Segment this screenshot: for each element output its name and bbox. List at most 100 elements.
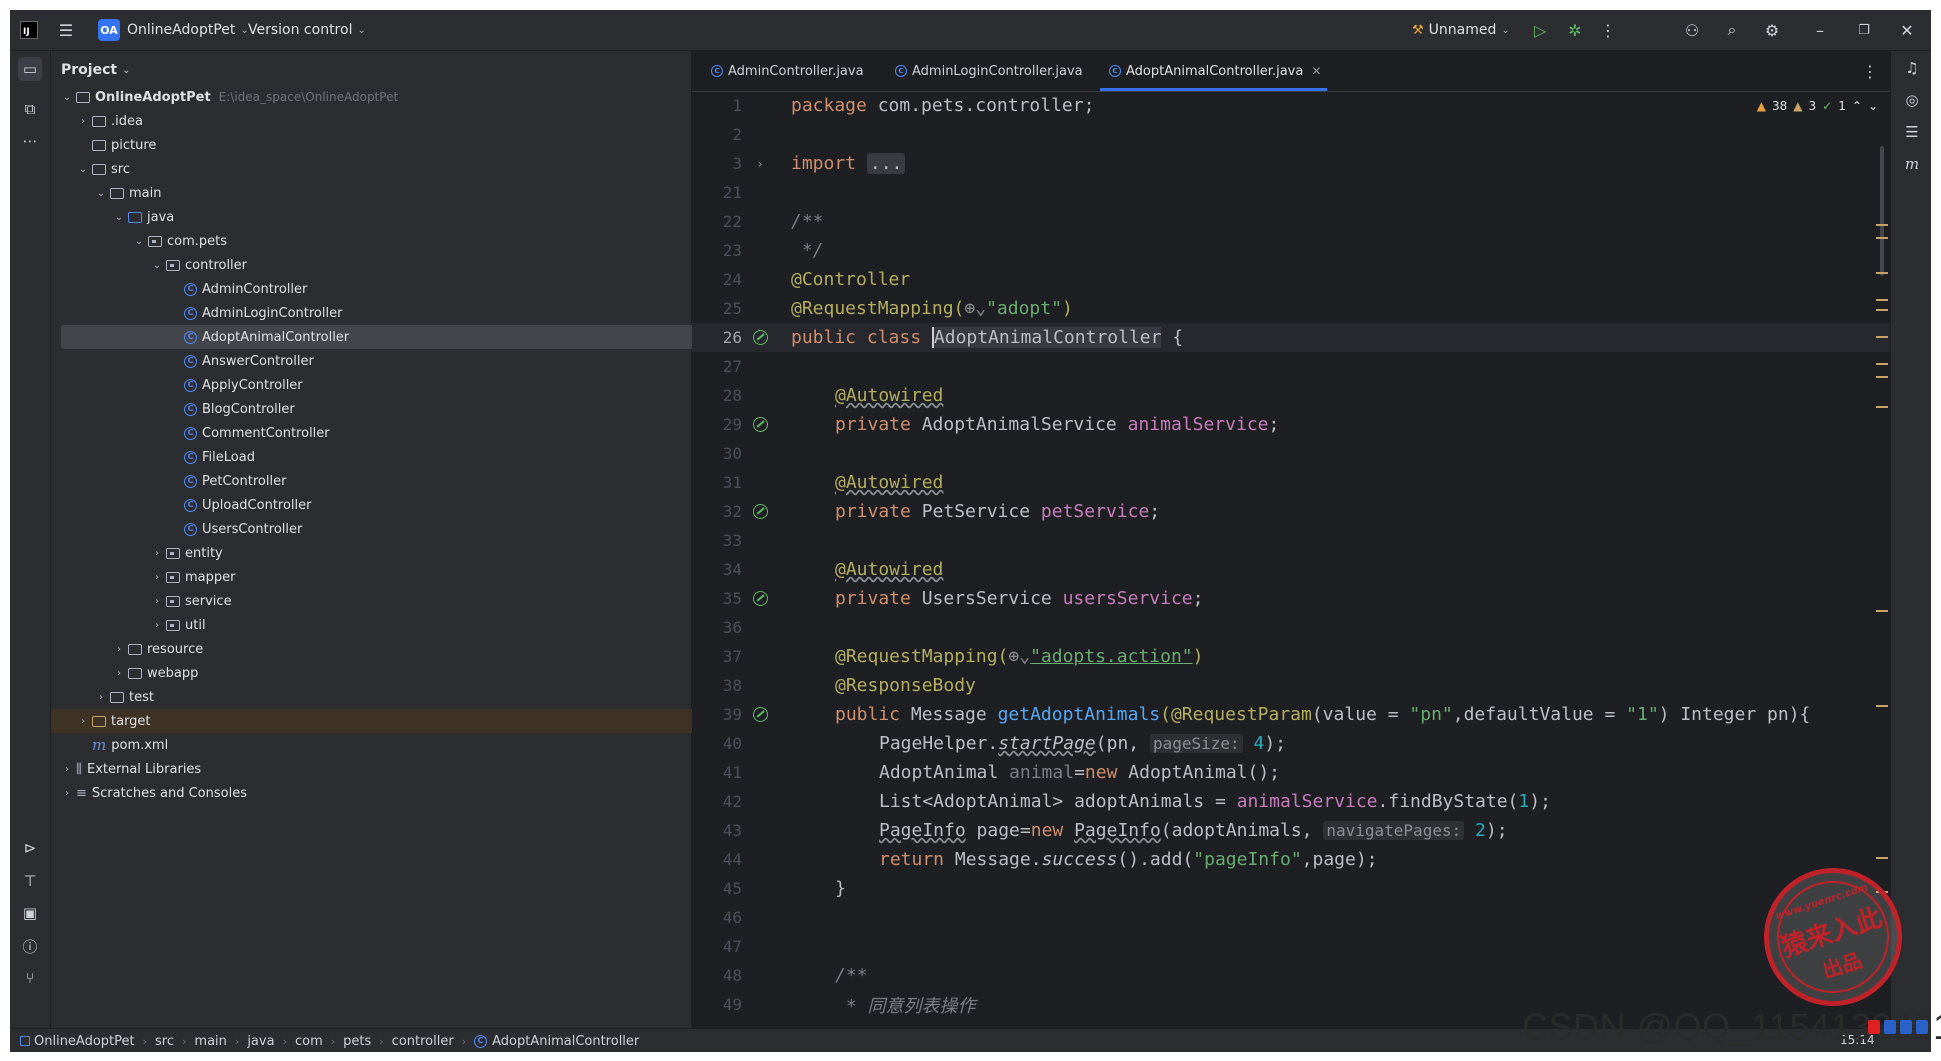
tree-item-class-selected[interactable]: C AdoptAnimalController	[61, 325, 801, 349]
more-horizontal-icon[interactable]: ⋯	[18, 129, 42, 153]
tree-item-idea[interactable]: › .idea	[51, 109, 717, 133]
project-panel-header[interactable]: Project ⌄	[61, 59, 130, 81]
expand-arrow-icon[interactable]: ⌄	[95, 188, 107, 199]
collapsed-arrow-icon[interactable]: ›	[151, 596, 163, 607]
tree-item-service[interactable]: › service	[51, 589, 791, 613]
warning-marker[interactable]	[1876, 610, 1888, 612]
run-config-selector[interactable]: ⚒ Unnamed ⌄	[1412, 10, 1510, 50]
warning-marker[interactable]	[1876, 705, 1888, 707]
tree-item-external-libraries[interactable]: › ⫼ External Libraries	[51, 757, 701, 781]
code-area[interactable]: 1 package com.pets.controller; 2 3 › import…	[692, 91, 1890, 1021]
maven-icon[interactable]: m	[1901, 153, 1923, 175]
spring-bean-icon[interactable]	[750, 328, 770, 348]
tree-item-scratches[interactable]: › ≡ Scratches and Consoles	[51, 781, 701, 805]
breadcrumb-item[interactable]: AdoptAnimalController	[492, 1034, 639, 1049]
tree-item-test[interactable]: › test	[51, 685, 735, 709]
tree-item-entity[interactable]: › entity	[51, 541, 791, 565]
vertical-scrollbar[interactable]	[1880, 146, 1884, 276]
debug-icon[interactable]: ✲	[1565, 20, 1585, 40]
collapsed-arrow-icon[interactable]: ›	[61, 788, 73, 799]
expand-arrow-icon[interactable]: ⌄	[113, 212, 125, 223]
breadcrumb-item[interactable]: OnlineAdoptPet	[34, 1034, 135, 1049]
tree-root[interactable]: ⌄ OnlineAdoptPet E:\idea_space\OnlineAdo…	[51, 85, 701, 109]
warning-marker[interactable]	[1876, 299, 1888, 301]
collapsed-arrow-icon[interactable]: ›	[151, 620, 163, 631]
run-icon[interactable]: ▷	[1530, 20, 1550, 40]
database-icon[interactable]: ☰	[1901, 121, 1923, 143]
ai-assistant-icon[interactable]: ◎	[1901, 89, 1923, 111]
project-selector[interactable]: OA OnlineAdoptPet ⌄	[98, 10, 249, 50]
breadcrumb-item[interactable]: com	[295, 1034, 323, 1049]
tray-app-icon[interactable]	[1916, 1020, 1928, 1034]
tray-app-icon[interactable]	[1900, 1020, 1912, 1034]
main-menu-icon[interactable]: ☰	[56, 20, 76, 40]
restore-icon[interactable]: ❐	[1854, 20, 1874, 40]
input-method-icon[interactable]	[1868, 1020, 1880, 1034]
breadcrumb-item[interactable]: src	[155, 1034, 174, 1049]
breadcrumb-item[interactable]: controller	[392, 1034, 454, 1049]
tree-item-src[interactable]: ⌄ src	[51, 157, 717, 181]
run-services-icon[interactable]: ⊳	[18, 836, 42, 860]
tree-item-main[interactable]: ⌄ main	[51, 181, 735, 205]
tree-item-target[interactable]: › target	[51, 709, 717, 733]
endpoint-globe-icon[interactable]	[750, 705, 770, 725]
tree-item-pom[interactable]: m pom.xml	[51, 733, 729, 757]
breadcrumb-item[interactable]: pets	[343, 1034, 371, 1049]
vcs-selector[interactable]: Version control ⌄	[248, 10, 366, 50]
tree-item-com-pets[interactable]: ⌄ com.pets	[51, 229, 773, 253]
tree-item-util[interactable]: › util	[51, 613, 791, 637]
expand-arrow-icon[interactable]: ⌄	[151, 260, 163, 271]
tree-item-resource[interactable]: › resource	[51, 637, 753, 661]
tree-item-java[interactable]: ⌄ java	[51, 205, 753, 229]
tree-item-controller[interactable]: ⌄ controller	[51, 253, 791, 277]
warning-marker[interactable]	[1876, 363, 1888, 365]
notifications-bell-icon[interactable]: ♫	[1901, 57, 1923, 79]
tree-item-mapper[interactable]: › mapper	[51, 565, 791, 589]
intellij-logo[interactable]: IJ	[20, 10, 38, 50]
minimize-icon[interactable]: –	[1810, 20, 1830, 40]
collapsed-arrow-icon[interactable]: ›	[113, 668, 125, 679]
collapsed-arrow-icon[interactable]: ›	[151, 572, 163, 583]
warning-marker[interactable]	[1876, 376, 1888, 378]
search-icon[interactable]: ⌕	[1722, 20, 1742, 40]
structure-icon[interactable]: ⧉	[18, 97, 42, 121]
tree-item-picture[interactable]: picture	[51, 133, 717, 157]
build-hammer-icon[interactable]: ⊤	[18, 869, 42, 893]
collapsed-arrow-icon[interactable]: ›	[77, 116, 89, 127]
tab-admin-controller[interactable]: C AdminController.java	[708, 51, 864, 91]
warning-marker[interactable]	[1876, 272, 1888, 274]
warning-marker[interactable]	[1876, 309, 1888, 311]
warning-marker[interactable]	[1876, 857, 1888, 859]
globe-icon[interactable]: ⊕⌄	[1008, 646, 1030, 667]
settings-gear-icon[interactable]: ⚙	[1762, 20, 1782, 40]
collapsed-arrow-icon[interactable]: ›	[77, 716, 89, 727]
expand-arrow-icon[interactable]: ⌄	[77, 164, 89, 175]
folded-imports[interactable]: ...	[866, 153, 906, 174]
spring-bean-icon[interactable]	[750, 589, 770, 609]
warning-marker[interactable]	[1876, 406, 1888, 408]
spring-bean-icon[interactable]	[750, 415, 770, 435]
git-branch-icon[interactable]: ⑂	[18, 966, 42, 990]
collapsed-arrow-icon[interactable]: ›	[95, 692, 107, 703]
warning-marker[interactable]	[1876, 224, 1888, 226]
expand-arrow-icon[interactable]: ⌄	[133, 236, 145, 247]
tab-admin-login-controller[interactable]: C AdminLoginController.java	[892, 51, 1083, 91]
problems-icon[interactable]: ⓘ	[18, 934, 42, 958]
breadcrumb-item[interactable]: java	[247, 1034, 274, 1049]
warning-marker[interactable]	[1876, 336, 1888, 338]
expand-arrow-icon[interactable]: ⌄	[61, 92, 73, 103]
globe-icon[interactable]: ⊕⌄	[964, 298, 986, 319]
collapsed-arrow-icon[interactable]: ›	[61, 764, 73, 775]
tabs-more-icon[interactable]: ⋮	[1860, 61, 1880, 81]
add-user-icon[interactable]: ⚇	[1682, 20, 1702, 40]
terminal-icon[interactable]: ▣	[18, 901, 42, 925]
project-folder-icon[interactable]: ▭	[18, 57, 42, 81]
fold-arrow-icon[interactable]: ›	[750, 154, 770, 174]
tree-item-webapp[interactable]: › webapp	[51, 661, 753, 685]
collapsed-arrow-icon[interactable]: ›	[151, 548, 163, 559]
tab-close-icon[interactable]: ✕	[1311, 64, 1321, 78]
close-icon[interactable]: ✕	[1897, 20, 1917, 40]
spring-bean-icon[interactable]	[750, 502, 770, 522]
tab-adopt-animal-controller[interactable]: C AdoptAnimalController.java ✕	[1099, 51, 1328, 91]
warning-marker[interactable]	[1876, 237, 1888, 239]
